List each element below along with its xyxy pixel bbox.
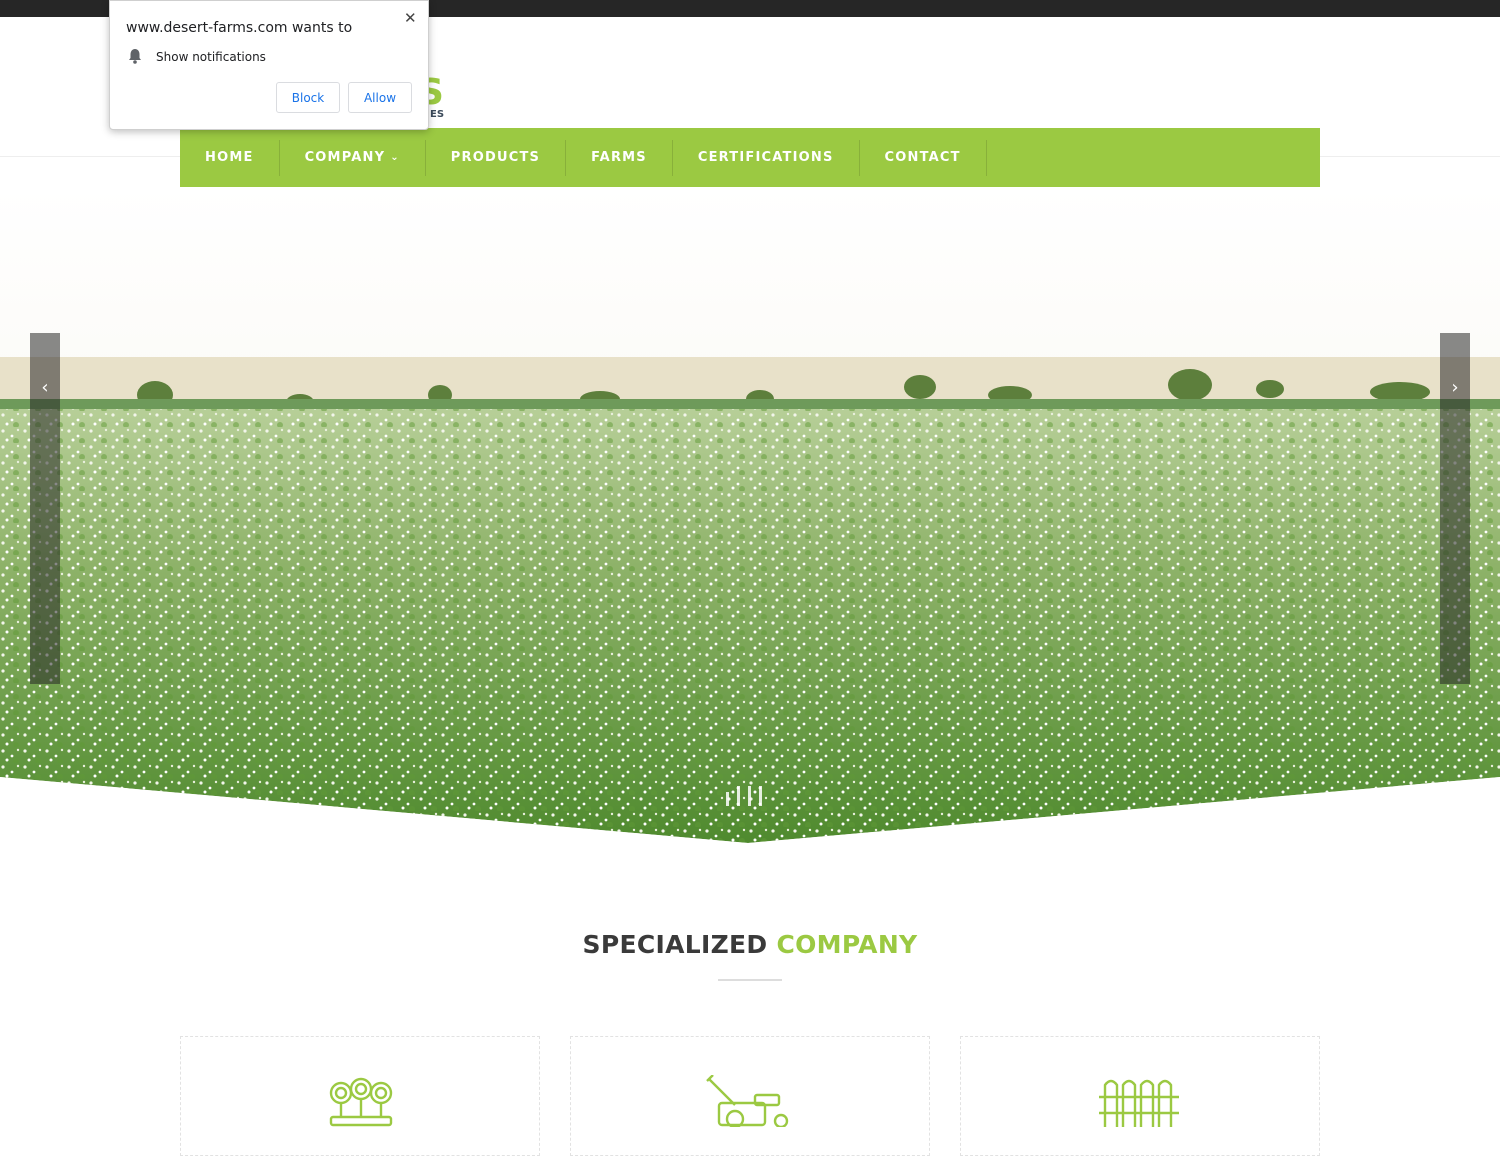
hero-slider-image [0, 187, 1500, 845]
block-button[interactable]: Block [276, 82, 340, 113]
bell-icon [129, 49, 141, 64]
slider-prev-button[interactable]: ‹ [30, 333, 60, 684]
nav-label: CERTIFICATIONS [697, 150, 834, 165]
popup-origin-text: www.desert-farms.com wants to [126, 20, 353, 36]
nav-label: PRODUCTS [450, 150, 541, 165]
feature-card [960, 1036, 1320, 1156]
section-title-part1: SPECIALIZED [582, 930, 768, 959]
slider-dot[interactable] [748, 786, 751, 806]
nav-label: COMPANY [304, 150, 386, 165]
chevron-down-icon: ⌄ [390, 152, 400, 163]
notification-permission-popup: www.desert-farms.com wants to ✕ Show not… [109, 0, 429, 130]
fence-icon [1099, 1079, 1179, 1127]
slider-dot[interactable] [726, 792, 729, 806]
section-title: SPECIALIZED COMPANY [0, 930, 1500, 959]
main-nav: HOME COMPANY ⌄ PRODUCTS FARMS CERTIFICATI… [180, 128, 1320, 187]
popup-permission-text: Show notifications [156, 50, 266, 64]
feature-card [570, 1036, 930, 1156]
nav-label: FARMS [591, 150, 647, 165]
section-title-part2: COMPANY [776, 930, 918, 959]
allow-button[interactable]: Allow [348, 82, 412, 113]
nav-item-company[interactable]: COMPANY ⌄ [280, 139, 426, 176]
nav-item-home[interactable]: HOME [180, 139, 280, 176]
chevron-left-icon: ‹ [41, 377, 49, 398]
chevron-right-icon: › [1451, 377, 1459, 398]
nav-label: CONTACT [884, 150, 961, 165]
nav-item-farms[interactable]: FARMS [566, 139, 673, 176]
nav-item-certifications[interactable]: CERTIFICATIONS [673, 139, 860, 176]
logo-tagline-fragment: ES [430, 109, 445, 120]
slider-next-button[interactable]: › [1440, 333, 1470, 684]
lawn-mower-icon [706, 1075, 789, 1127]
flower-bed-icon [329, 1077, 393, 1127]
nav-item-products[interactable]: PRODUCTS [426, 139, 567, 176]
nav-item-contact[interactable]: CONTACT [860, 139, 987, 176]
feature-card [180, 1036, 540, 1156]
slider-dot[interactable] [737, 786, 740, 806]
slider-dots [726, 786, 762, 806]
nav-label: HOME [205, 150, 254, 165]
close-icon[interactable]: ✕ [404, 9, 417, 27]
title-divider [718, 979, 782, 981]
slider-dot[interactable] [759, 786, 762, 806]
